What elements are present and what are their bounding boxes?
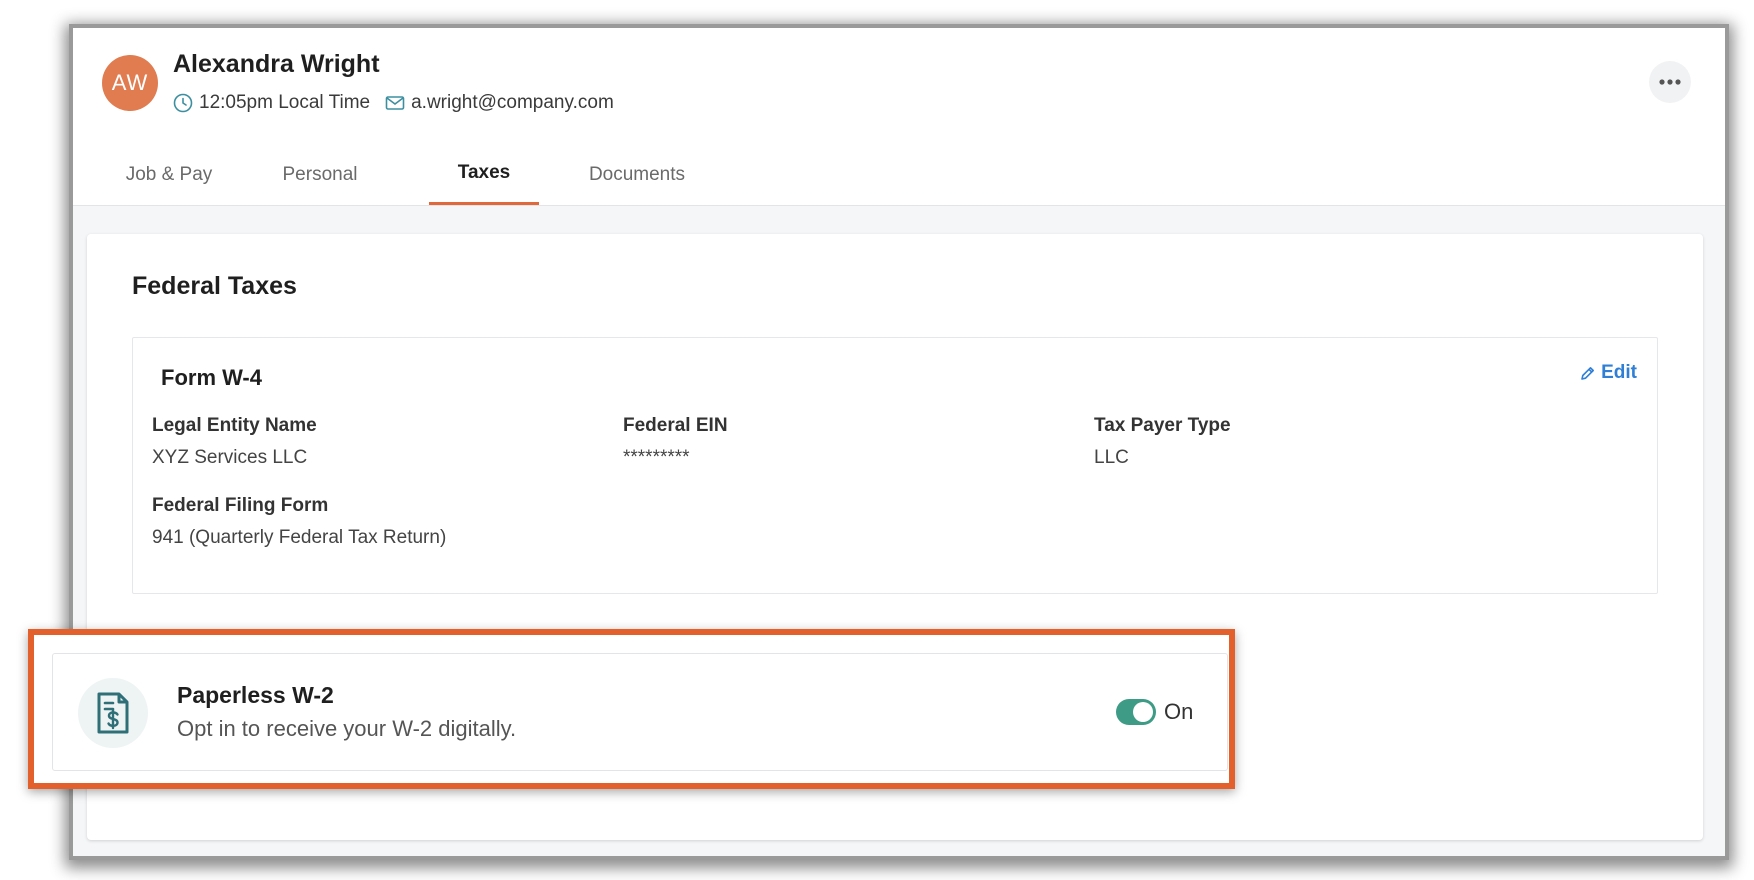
paperless-description: Opt in to receive your W-2 digitally. xyxy=(177,716,517,741)
pencil-icon xyxy=(1579,365,1596,382)
field-label: Federal Filing Form xyxy=(152,495,329,516)
field-federal-ein: Federal EIN ********* xyxy=(623,415,728,469)
mail-icon xyxy=(384,92,406,114)
edit-label: Edit xyxy=(1601,362,1637,383)
clock-icon xyxy=(172,92,194,114)
toggle-switch[interactable] xyxy=(1116,699,1156,725)
field-label: Legal Entity Name xyxy=(152,415,317,436)
tab-documents[interactable]: Documents xyxy=(557,144,717,205)
field-value: ********* xyxy=(623,447,690,468)
paperless-w2-row: Paperless W-2 Opt in to receive your W-2… xyxy=(52,653,1228,771)
toggle-knob xyxy=(1133,702,1153,722)
avatar-initials: AW xyxy=(111,70,149,95)
more-options-button[interactable] xyxy=(1649,61,1691,103)
field-value: XYZ Services LLC xyxy=(152,447,308,468)
field-tax-payer-type: Tax Payer Type LLC xyxy=(1094,415,1231,469)
field-value: LLC xyxy=(1094,447,1129,468)
tab-personal[interactable]: Personal xyxy=(255,144,385,205)
employee-meta: 12:05pm Local Time a.wright@company.com xyxy=(172,92,614,114)
edit-button[interactable]: Edit xyxy=(1579,362,1637,384)
field-legal-entity-name: Legal Entity Name XYZ Services LLC xyxy=(152,415,317,469)
form-w4-panel: Form W-4 Edit Legal Entity Name XYZ Serv… xyxy=(132,337,1658,594)
employee-name: Alexandra Wright xyxy=(173,50,380,78)
section-title: Federal Taxes xyxy=(132,272,297,300)
local-time: 12:05pm Local Time xyxy=(199,92,371,113)
profile-header: AW Alexandra Wright 12:05pm Local Time a… xyxy=(73,28,1725,145)
toggle-label: On xyxy=(1164,699,1194,724)
tab-taxes[interactable]: Taxes xyxy=(429,144,539,205)
field-label: Federal EIN xyxy=(623,415,728,436)
document-dollar-icon xyxy=(78,678,148,748)
email-link[interactable]: a.wright@company.com xyxy=(411,92,614,114)
more-icon xyxy=(1659,79,1681,85)
paperless-toggle[interactable]: On xyxy=(1116,699,1193,725)
paperless-title: Paperless W-2 xyxy=(177,682,334,708)
field-label: Tax Payer Type xyxy=(1094,415,1231,436)
field-value: 941 (Quarterly Federal Tax Return) xyxy=(152,527,447,548)
paperless-w2-highlight: Paperless W-2 Opt in to receive your W-2… xyxy=(28,629,1235,789)
form-title: Form W-4 xyxy=(161,365,262,390)
field-federal-filing-form: Federal Filing Form 941 (Quarterly Feder… xyxy=(152,495,446,549)
profile-tabs: Job & Pay Personal Taxes Documents xyxy=(73,144,1725,206)
avatar: AW xyxy=(102,55,158,111)
tab-job-pay[interactable]: Job & Pay xyxy=(103,144,235,205)
